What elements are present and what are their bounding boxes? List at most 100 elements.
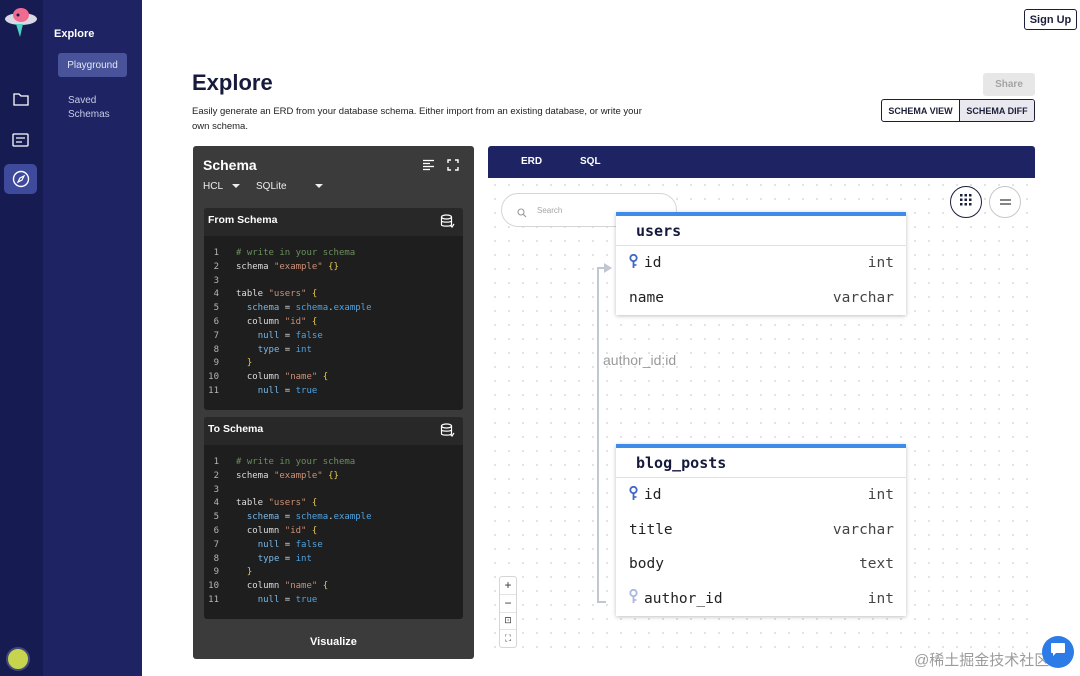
column-label: id <box>644 487 662 504</box>
code-line: 5 schema = schema. example <box>204 512 463 526</box>
column-label: author_id <box>644 590 723 607</box>
code-token: "name" <box>284 372 323 383</box>
column-name: author_id <box>629 589 723 608</box>
code-token: example <box>333 512 372 523</box>
schema-panel-title: Schema <box>203 157 257 173</box>
zoom-out-button[interactable]: − <box>500 595 516 613</box>
grid-view-button[interactable] <box>950 186 982 218</box>
line-number: 8 <box>213 553 219 564</box>
folder-icon[interactable] <box>4 84 37 114</box>
search-placeholder: Search <box>537 206 563 215</box>
from-schema-editor[interactable]: From Schema 1 # write in your schema 2 sche… <box>204 208 463 410</box>
schema-panel: Schema HCL SQLite From Schema 1 # write i… <box>193 146 474 659</box>
code-token: "name" <box>284 581 323 592</box>
erd-table-users[interactable]: users id int name varchar <box>616 212 906 315</box>
column-label: name <box>629 289 664 306</box>
logo-icon[interactable] <box>3 4 39 40</box>
line-number: 2 <box>213 261 219 272</box>
list-view-button[interactable] <box>989 186 1021 218</box>
code-line: 6 column "id" { <box>204 317 463 331</box>
icon-rail <box>0 0 43 676</box>
schema-diff-button[interactable]: SCHEMA DIFF <box>960 100 1034 121</box>
schema-list-icon[interactable] <box>4 125 37 155</box>
sidebar-item-saved-schemas[interactable]: Saved Schemas <box>68 94 128 122</box>
column-type: text <box>859 556 894 573</box>
code-line: 1 # write in your schema <box>204 248 463 262</box>
table-row[interactable]: name varchar <box>616 281 906 316</box>
page-subtitle: Easily generate an ERD from your databas… <box>192 106 642 132</box>
sidebar-item-playground[interactable]: Playground <box>58 53 127 77</box>
code-token: { <box>311 498 318 509</box>
code-token: false <box>295 539 323 550</box>
code-token: example <box>333 303 372 314</box>
to-schema-editor[interactable]: To Schema 1 # write in your schema 2 schema… <box>204 417 463 619</box>
code-token: { <box>311 525 318 536</box>
line-number: 11 <box>208 594 219 605</box>
code-line: 11 null = true <box>204 595 463 609</box>
line-number: 1 <box>213 457 219 467</box>
tab-erd[interactable]: ERD <box>521 156 542 167</box>
dialect-select[interactable]: SQLite <box>256 181 323 192</box>
code-token: } <box>246 567 253 578</box>
code-token: int <box>295 344 312 355</box>
table-row[interactable]: title varchar <box>616 513 906 548</box>
format-select[interactable]: HCL <box>203 181 241 192</box>
table-row[interactable]: body text <box>616 547 906 582</box>
table-row[interactable]: id int <box>616 246 906 281</box>
code-token: "example" <box>273 470 329 481</box>
column-label: title <box>629 521 673 538</box>
code-token: # write in your schema <box>236 248 356 258</box>
line-number: 1 <box>213 248 219 258</box>
schema-view-button[interactable]: SCHEMA VIEW <box>882 100 960 121</box>
code-token: = <box>279 330 296 341</box>
chat-button[interactable] <box>1042 636 1074 668</box>
database-icon[interactable] <box>440 423 455 443</box>
primary-key-icon <box>629 485 638 505</box>
table-row[interactable]: id int <box>616 478 906 513</box>
code-lines[interactable]: 1 # write in your schema 2 schema "example"… <box>204 457 463 609</box>
code-line: 7 null = false <box>204 540 463 554</box>
code-token: { <box>322 581 329 592</box>
zoom-in-button[interactable]: + <box>500 577 516 595</box>
code-token: type <box>257 344 280 355</box>
erd-table-blog-posts[interactable]: blog_posts id int title varchar body text auth… <box>616 444 906 616</box>
line-number: 3 <box>213 484 219 495</box>
tab-sql[interactable]: SQL <box>580 156 601 167</box>
database-icon[interactable] <box>440 214 455 234</box>
table-row[interactable]: author_id int <box>616 582 906 617</box>
code-token: column <box>236 372 285 383</box>
avatar[interactable] <box>6 647 30 671</box>
code-token: schema <box>295 303 329 314</box>
fit-view-button[interactable]: ⊡ <box>500 613 516 631</box>
column-name: name <box>629 290 664 306</box>
code-line: 4 table "users" { <box>204 289 463 303</box>
line-number: 5 <box>213 303 219 314</box>
expand-button[interactable]: ⛶ <box>500 630 516 647</box>
code-token: = <box>279 344 296 355</box>
code-lines[interactable]: 1 # write in your schema 2 schema "example"… <box>204 248 463 400</box>
format-code-icon[interactable] <box>422 158 435 176</box>
code-token: "id" <box>284 316 312 327</box>
code-token: column <box>236 316 285 327</box>
fullscreen-icon[interactable] <box>447 158 459 176</box>
code-token: { <box>322 372 329 383</box>
code-token: column <box>236 525 285 536</box>
line-number: 11 <box>208 385 219 396</box>
code-token: = <box>279 539 296 550</box>
code-line: 5 schema = schema. example <box>204 303 463 317</box>
line-number: 6 <box>213 316 219 327</box>
code-token: schema <box>295 512 329 523</box>
line-number: 6 <box>213 525 219 536</box>
visualize-button[interactable]: Visualize <box>193 636 474 648</box>
line-number: 7 <box>213 330 219 341</box>
share-button[interactable]: Share <box>983 73 1035 96</box>
search-icon <box>517 205 527 223</box>
zoom-controls: + − ⊡ ⛶ <box>499 576 517 648</box>
compass-icon[interactable] <box>4 164 37 194</box>
sign-up-button[interactable]: Sign Up <box>1024 9 1077 30</box>
